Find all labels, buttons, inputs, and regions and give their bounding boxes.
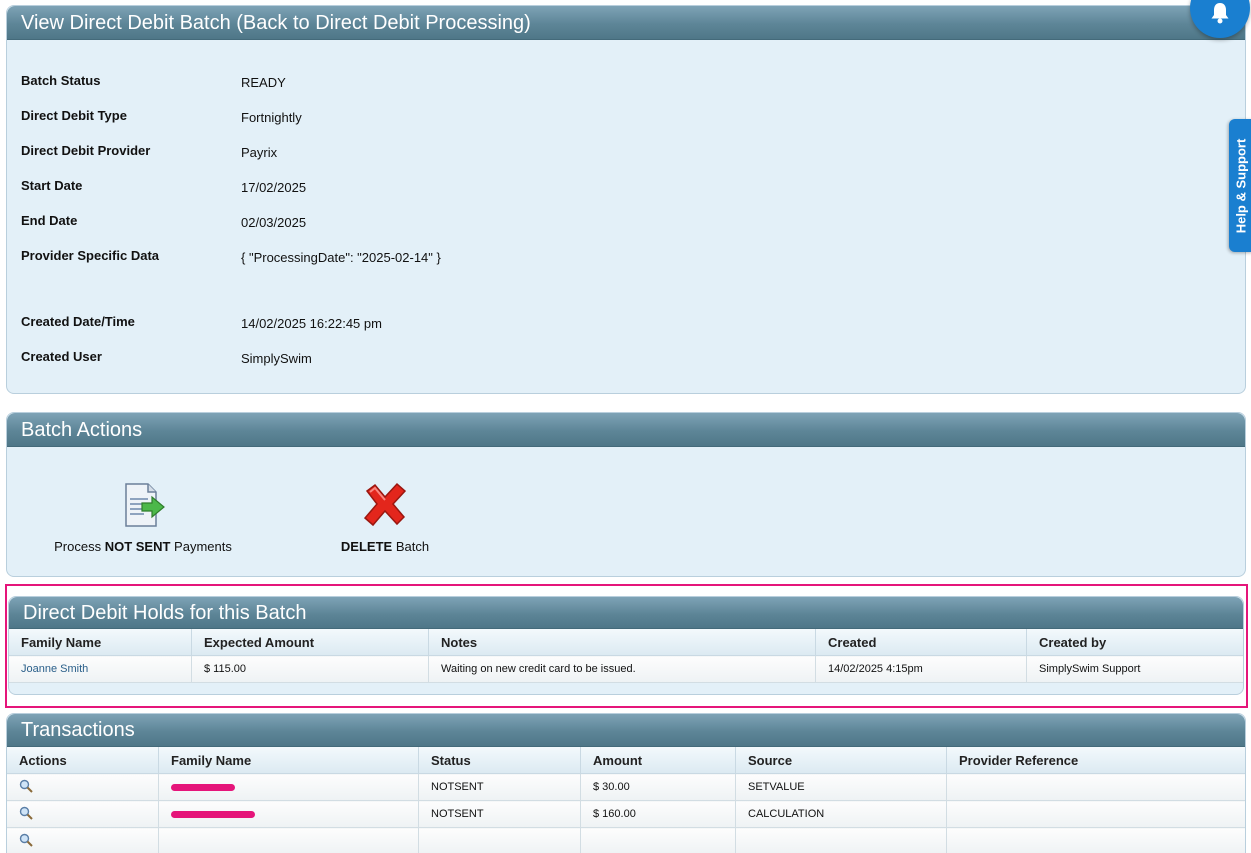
transactions-panel: Transactions Actions Family Name Status …: [6, 713, 1246, 853]
trans-col-amount: Amount: [581, 747, 736, 774]
trans-source: CALCULATION: [736, 801, 947, 828]
detail-value: 14/02/2025 16:22:45 pm: [241, 316, 382, 331]
detail-value: { "ProcessingDate": "2025-02-14" }: [241, 250, 441, 265]
transactions-table: Actions Family Name Status Amount Source…: [7, 747, 1245, 853]
hold-family-name[interactable]: Joanne Smith: [9, 656, 192, 683]
process-not-sent-label: Process NOT SENT Payments: [53, 539, 233, 554]
trans-status: NOTSENT: [419, 801, 581, 828]
trans-col-family-name: Family Name: [159, 747, 419, 774]
table-row: [7, 828, 1245, 853]
magnifier-icon[interactable]: [19, 806, 33, 820]
document-arrow-icon: [120, 481, 166, 529]
view-transaction-button[interactable]: [7, 774, 159, 801]
trans-family-name-redacted: [159, 801, 419, 828]
holds-col-notes: Notes: [429, 629, 816, 656]
detail-label: End Date: [21, 213, 231, 228]
detail-label: Provider Specific Data: [21, 248, 231, 263]
holds-col-expected-amount: Expected Amount: [192, 629, 429, 656]
delete-batch-button[interactable]: DELETE Batch: [325, 481, 445, 554]
detail-label: Created User: [21, 349, 231, 364]
batch-details-panel: View Direct Debit Batch (Back to Direct …: [6, 5, 1246, 394]
holds-col-created-by: Created by: [1027, 629, 1244, 656]
trans-provider-reference: [947, 774, 1246, 801]
holds-table: Family Name Expected Amount Notes Create…: [9, 629, 1243, 683]
table-row: NOTSENT $ 30.00 SETVALUE: [7, 774, 1245, 801]
hold-notes: Waiting on new credit card to be issued.: [429, 656, 816, 683]
family-link[interactable]: Joanne Smith: [21, 663, 88, 675]
hold-created-by: SimplySwim Support: [1027, 656, 1244, 683]
help-support-tab[interactable]: Help & Support: [1229, 119, 1251, 252]
redaction-mark: [171, 811, 255, 818]
trans-provider-reference: [947, 801, 1246, 828]
batch-details-title[interactable]: View Direct Debit Batch (Back to Direct …: [7, 6, 1245, 40]
trans-source: SETVALUE: [736, 774, 947, 801]
trans-amount: $ 160.00: [581, 801, 736, 828]
detail-label: Batch Status: [21, 73, 231, 88]
detail-label: Created Date/Time: [21, 314, 231, 329]
direct-debit-holds-panel: Direct Debit Holds for this Batch Family…: [8, 596, 1244, 695]
detail-value: SimplySwim: [241, 351, 312, 366]
trans-status: NOTSENT: [419, 774, 581, 801]
redaction-mark: [171, 784, 235, 791]
hold-amount: $ 115.00: [192, 656, 429, 683]
detail-label: Start Date: [21, 178, 231, 193]
process-not-sent-payments-button[interactable]: Process NOT SENT Payments: [53, 481, 233, 554]
bell-icon: [1210, 2, 1230, 24]
trans-col-provider-reference: Provider Reference: [947, 747, 1246, 774]
detail-value: READY: [241, 75, 286, 90]
view-transaction-button[interactable]: [7, 828, 159, 853]
trans-family-name-redacted: [159, 774, 419, 801]
trans-col-actions: Actions: [7, 747, 159, 774]
detail-value: Payrix: [241, 145, 277, 160]
detail-label: Direct Debit Type: [21, 108, 231, 123]
detail-label: Direct Debit Provider: [21, 143, 231, 158]
trans-amount: $ 30.00: [581, 774, 736, 801]
batch-actions-panel: Batch Actions Process NOT SENT Payments …: [6, 412, 1246, 577]
holds-col-family-name: Family Name: [9, 629, 192, 656]
trans-col-source: Source: [736, 747, 947, 774]
detail-value: Fortnightly: [241, 110, 302, 125]
batch-actions-title: Batch Actions: [7, 413, 1245, 447]
detail-value: 02/03/2025: [241, 215, 306, 230]
help-support-label: Help & Support: [1234, 138, 1249, 233]
view-transaction-button[interactable]: [7, 801, 159, 828]
hold-created: 14/02/2025 4:15pm: [816, 656, 1027, 683]
delete-batch-label: DELETE Batch: [325, 539, 445, 554]
table-row: NOTSENT $ 160.00 CALCULATION: [7, 801, 1245, 828]
transactions-title: Transactions: [7, 714, 1245, 747]
holds-col-created: Created: [816, 629, 1027, 656]
detail-value: 17/02/2025: [241, 180, 306, 195]
trans-col-status: Status: [419, 747, 581, 774]
table-row: Joanne Smith $ 115.00 Waiting on new cre…: [9, 656, 1243, 683]
red-x-icon: [361, 481, 409, 529]
holds-title: Direct Debit Holds for this Batch: [9, 597, 1243, 629]
magnifier-icon[interactable]: [19, 779, 33, 793]
